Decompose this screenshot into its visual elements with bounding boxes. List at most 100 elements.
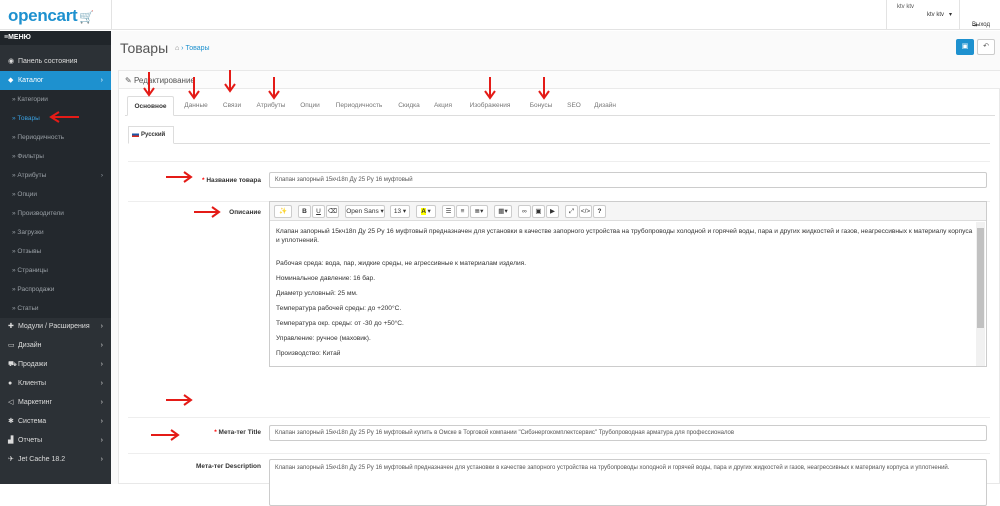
tab-options[interactable]: Опции: [295, 96, 325, 116]
font-size-select[interactable]: 13 ▾: [390, 205, 410, 218]
chevron-right-icon: ›: [100, 399, 103, 406]
sidebar-item-jetcache[interactable]: ✈ Jet Cache 18.2 ›: [0, 450, 111, 469]
sidebar-item-system[interactable]: ✱ Система ›: [0, 412, 111, 431]
table-button[interactable]: ▦▾: [494, 205, 512, 218]
annotation-arrow: [484, 76, 496, 100]
tab-special[interactable]: Акция: [429, 96, 457, 116]
top-bar: opencart 🛒 ktv ktv ktv ktv ▾ ⇥ Выход: [0, 0, 1000, 30]
editor-scrollbar[interactable]: [976, 222, 985, 366]
menu-header: ≡МЕНЮ: [0, 31, 111, 45]
meta-title-input[interactable]: Клапан запорный 15кч18п Ду 25 Ру 16 муфт…: [269, 425, 987, 441]
sub-label: Категории: [17, 96, 48, 103]
tab-links[interactable]: Связи: [218, 96, 246, 116]
sidebar-sub-categories[interactable]: » Категории: [0, 90, 111, 109]
code-view-button[interactable]: </>: [579, 205, 592, 218]
editor-content[interactable]: Клапан запорный 15кч18п Ду 25 Ру 16 муфт…: [276, 227, 976, 362]
chevron-right-icon: ›: [100, 380, 103, 387]
unordered-list-button[interactable]: ☰: [442, 205, 455, 218]
sidebar-item-design[interactable]: ▭ Дизайн ›: [0, 336, 111, 355]
annotation-arrow: [143, 71, 155, 97]
image-button[interactable]: ▣: [532, 205, 545, 218]
tab-general[interactable]: Основное: [127, 96, 174, 116]
save-icon: ▣: [961, 43, 969, 50]
annotation-arrow: [538, 76, 550, 100]
description-editor: ✨ B U ⌫ Open Sans ▾ 13 ▾ A ▾ ☰ ≡ ≣▾ ▦▾ ∞…: [269, 201, 987, 367]
sidebar-item-customers[interactable]: ● Клиенты ›: [0, 374, 111, 393]
sub-label: Страницы: [17, 267, 48, 274]
help-button[interactable]: ?: [593, 205, 606, 218]
meta-title-label: * Мета-тег Title: [214, 429, 261, 436]
sidebar-sub-reviews[interactable]: » Отзывы: [0, 242, 111, 261]
magic-style-button[interactable]: ✨: [274, 205, 292, 218]
description-paragraph: Номинальное давление: 16 бар.: [276, 275, 376, 282]
sidebar-item-label: Продажи: [18, 361, 48, 368]
back-button[interactable]: ↶: [977, 39, 995, 55]
caret-down-icon: ▾: [949, 12, 953, 18]
breadcrumb-link[interactable]: Товары: [185, 45, 209, 52]
russia-flag-icon: [132, 131, 139, 137]
scrollbar-thumb[interactable]: [977, 228, 984, 328]
underline-button[interactable]: U: [312, 205, 325, 218]
annotation-arrow: [193, 206, 221, 218]
editor-toolbar: ✨ B U ⌫ Open Sans ▾ 13 ▾ A ▾ ☰ ≡ ≣▾ ▦▾ ∞…: [270, 202, 986, 221]
product-name-input[interactable]: Клапан запорный 15кч18п Ду 25 Ру 16 муфт…: [269, 172, 987, 188]
sidebar-sub-options[interactable]: » Опции: [0, 185, 111, 204]
sidebar-sub-filters[interactable]: » Фильтры: [0, 147, 111, 166]
video-button[interactable]: ▶: [546, 205, 559, 218]
chevron-right-icon: ›: [100, 323, 103, 330]
sub-label: Опции: [17, 191, 37, 198]
bold-button[interactable]: B: [298, 205, 311, 218]
panel-heading: ✎ Редактирование: [119, 71, 1000, 89]
text-color-button[interactable]: A ▾: [416, 205, 436, 218]
video-icon: ▶: [550, 208, 555, 215]
home-icon[interactable]: ⌂: [175, 45, 179, 52]
annotation-arrow: [268, 76, 280, 100]
sidebar-sub-attributes[interactable]: » Атрибуты ›: [0, 166, 111, 185]
language-label: Русский: [141, 132, 166, 138]
tab-language-russian[interactable]: Русский: [128, 126, 174, 144]
description-paragraph: Температура окр. среды: от -30 до +50°С.: [276, 320, 404, 327]
sidebar-item-catalog[interactable]: ◆ Каталог ›: [0, 71, 111, 90]
ordered-list-button[interactable]: ≡: [456, 205, 469, 218]
link-button[interactable]: ∞: [518, 205, 531, 218]
form-tabs: Основное Данные Связи Атрибуты Опции Пер…: [125, 96, 995, 116]
save-button[interactable]: ▣: [956, 39, 974, 55]
sidebar-item-dashboard[interactable]: ◉ Панель состояния: [0, 52, 111, 71]
sidebar-item-label: Система: [18, 418, 47, 425]
sidebar-sub-pages[interactable]: » Страницы: [0, 261, 111, 280]
sub-label: Статьи: [17, 305, 39, 312]
image-icon: ▣: [535, 208, 542, 215]
paragraph-button[interactable]: ≣▾: [470, 205, 488, 218]
tab-seo[interactable]: SEO: [563, 96, 585, 116]
annotation-arrow: [165, 171, 193, 183]
sidebar-sub-articles[interactable]: » Статьи: [0, 299, 111, 318]
annotation-arrow: [48, 111, 80, 123]
sidebar-item-sales[interactable]: ⛟Продажи ›: [0, 355, 111, 374]
fullscreen-button[interactable]: ⤢: [565, 205, 578, 218]
eraser-button[interactable]: ⌫: [326, 205, 339, 218]
annotation-arrow: [165, 394, 193, 406]
meta-description-textarea[interactable]: Клапан запорный 15кч18п Ду 25 Ру 16 муфт…: [269, 459, 987, 506]
font-family-select[interactable]: Open Sans ▾: [345, 205, 385, 218]
sidebar-sub-downloads[interactable]: » Загрузки: [0, 223, 111, 242]
tab-recurring[interactable]: Периодичность: [329, 96, 389, 116]
tab-discount[interactable]: Скидка: [393, 96, 425, 116]
opencart-logo[interactable]: opencart 🛒: [8, 6, 94, 26]
table-icon: ▦: [498, 208, 505, 215]
chevron-right-icon: ›: [100, 361, 103, 368]
sidebar-sub-sales[interactable]: » Распродажи: [0, 280, 111, 299]
sub-label: Атрибуты: [17, 172, 47, 179]
tag-icon: ◆: [8, 77, 14, 84]
sidebar-item-modules[interactable]: ✚ Модули / Расширения ›: [0, 317, 111, 336]
user-menu[interactable]: ktv ktv ktv ktv ▾: [886, 0, 959, 30]
logout-link[interactable]: ⇥ Выход: [959, 0, 1000, 30]
description-paragraph: Производство: Китай: [276, 350, 341, 357]
tab-design[interactable]: Дизайн: [589, 96, 621, 116]
chevron-right-icon: ›: [100, 77, 103, 84]
sidebar-item-label: Клиенты: [18, 380, 47, 387]
sidebar-sub-recurring[interactable]: » Периодичность: [0, 128, 111, 147]
sidebar-item-reports[interactable]: ▟ Отчеты ›: [0, 431, 111, 450]
sidebar-item-marketing[interactable]: ◁ Маркетинг ›: [0, 393, 111, 412]
menu-toggle[interactable]: [111, 0, 125, 30]
sidebar-sub-manufacturers[interactable]: » Производители: [0, 204, 111, 223]
